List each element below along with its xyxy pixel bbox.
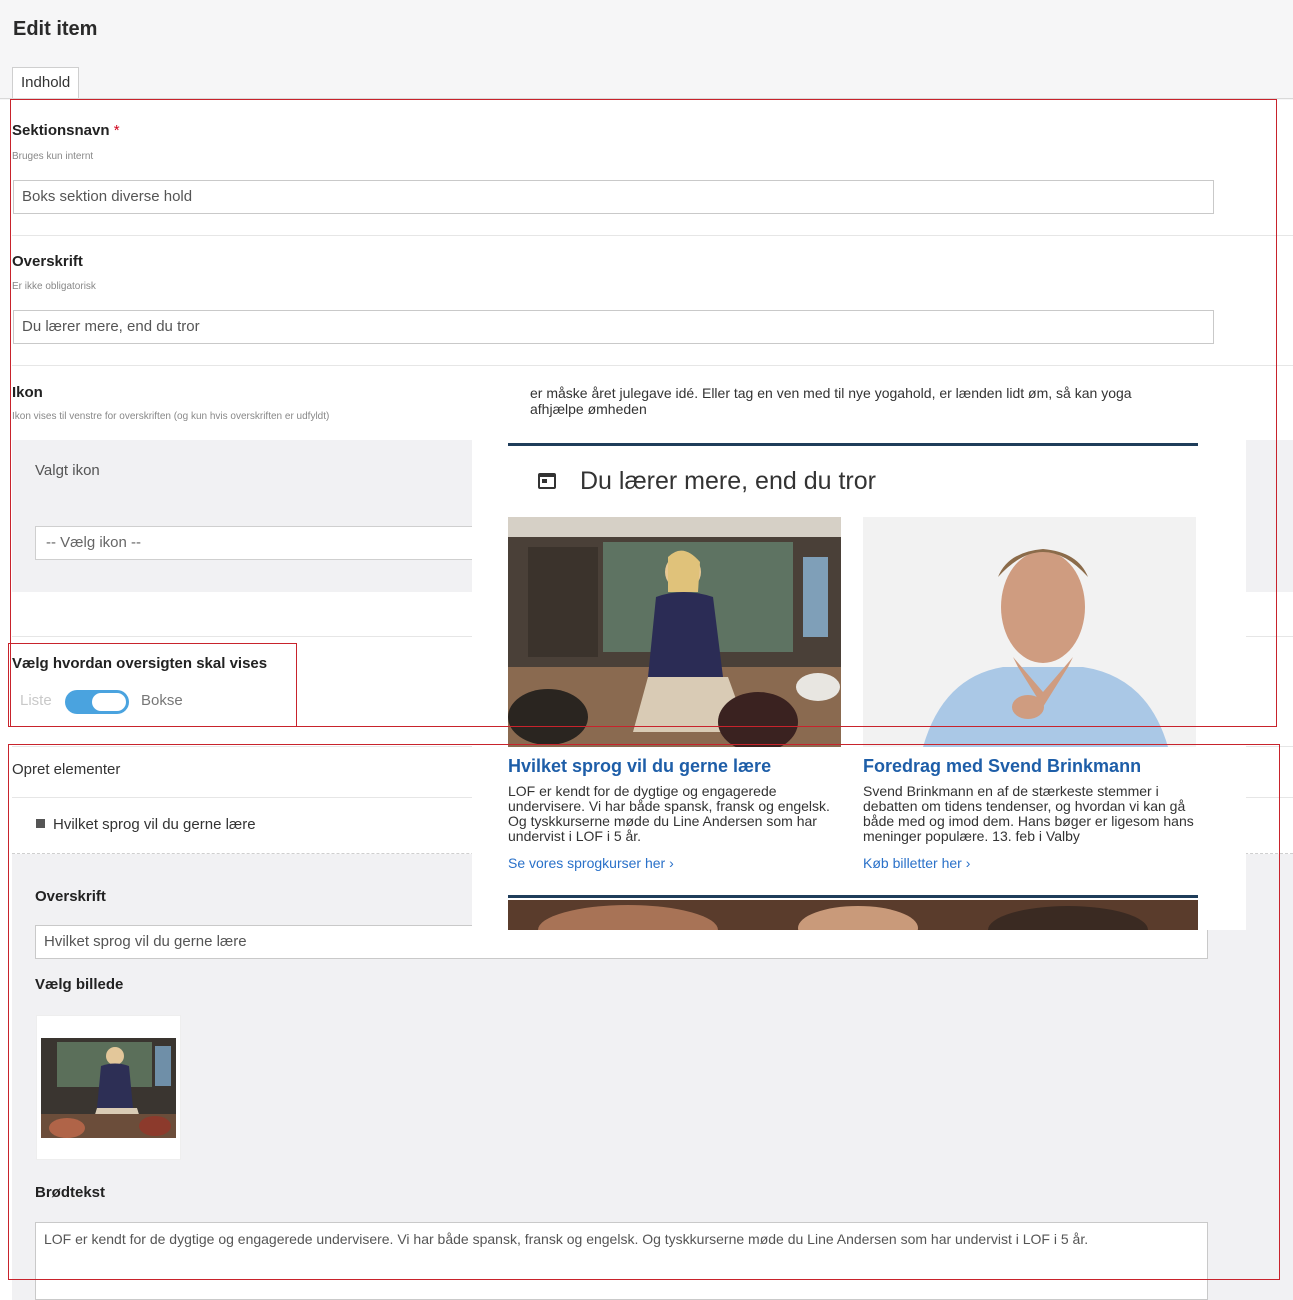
card-image-classroom <box>508 517 841 747</box>
overskrift-label: Overskrift <box>12 253 83 270</box>
sektionsnavn-label: Sektionsnavn * <box>12 122 120 139</box>
opret-elementer-label: Opret elementer <box>12 761 121 778</box>
image-thumbnail[interactable] <box>36 1015 181 1160</box>
card-title-sprog[interactable]: Hvilket sprog vil du gerne lære <box>508 756 771 777</box>
card-link-sprog[interactable]: Se vores sprogkurser her › <box>508 855 674 871</box>
drag-handle-icon <box>36 819 45 828</box>
sektionsnavn-description: Bruges kun internt <box>12 151 94 162</box>
preview-heading: Du lærer mere, end du tror <box>580 467 876 495</box>
preview-intro-text: er måske året julegave idé. Eller tag en… <box>530 385 1132 417</box>
element-overskrift-label: Overskrift <box>35 888 106 905</box>
next-card-photo <box>508 900 1198 930</box>
ikon-select[interactable]: -- Vælg ikon -- <box>35 526 495 560</box>
tab-indhold[interactable]: Indhold <box>12 67 80 99</box>
portrait-photo <box>863 517 1196 747</box>
overskrift-description: Er ikke obligatorisk <box>12 281 96 292</box>
liste-option[interactable]: Liste <box>20 692 52 709</box>
element-item-title: Hvilket sprog vil du gerne lære <box>53 816 256 833</box>
card-title-foredrag[interactable]: Foredrag med Svend Brinkmann <box>863 756 1141 777</box>
sektionsnavn-input[interactable]: Boks sektion diverse hold <box>13 180 1214 214</box>
visning-toggle[interactable] <box>65 690 129 714</box>
ikon-label: Ikon <box>12 384 43 401</box>
element-overskrift-input[interactable]: Hvilket sprog vil du gerne lære <box>35 925 1208 959</box>
brodtekst-textarea[interactable]: LOF er kendt for de dygtige og engagered… <box>35 1222 1208 1300</box>
vaelg-billede-label: Vælg billede <box>35 976 124 993</box>
bokse-option[interactable]: Bokse <box>141 692 183 709</box>
element-list-item[interactable]: Hvilket sprog vil du gerne lære <box>36 816 256 833</box>
ikon-description: Ikon vises til venstre for overskriften … <box>12 411 330 422</box>
calendar-icon <box>538 473 556 489</box>
required-mark: * <box>113 122 120 139</box>
overskrift-input[interactable]: Du lærer mere, end du tror <box>13 310 1214 344</box>
brodtekst-label: Brødtekst <box>35 1184 106 1201</box>
valgt-ikon-label: Valgt ikon <box>35 462 100 479</box>
preview-bottom-rule <box>508 895 1198 898</box>
toggle-knob <box>90 691 128 713</box>
divider <box>12 365 1293 366</box>
sektionsnavn-label-text: Sektionsnavn <box>12 122 110 139</box>
divider <box>12 235 1293 236</box>
header-background <box>0 0 1293 100</box>
next-card-image <box>508 900 1198 930</box>
tab-divider <box>0 98 1293 99</box>
card-text-sprog: LOF er kendt for de dygtige og engagered… <box>508 783 830 844</box>
classroom-photo <box>508 517 841 747</box>
card-image-portrait <box>863 517 1196 747</box>
preview-top-rule <box>508 443 1198 446</box>
card-link-foredrag[interactable]: Køb billetter her › <box>863 855 970 871</box>
page-title: Edit item <box>13 18 98 40</box>
visning-label: Vælg hvordan oversigten skal vises <box>12 655 268 672</box>
classroom-thumbnail-image <box>41 1038 176 1138</box>
preview-overlay: er måske året julegave idé. Eller tag en… <box>472 375 1246 930</box>
card-text-foredrag: Svend Brinkmann en af de stærkeste stemm… <box>863 783 1194 844</box>
